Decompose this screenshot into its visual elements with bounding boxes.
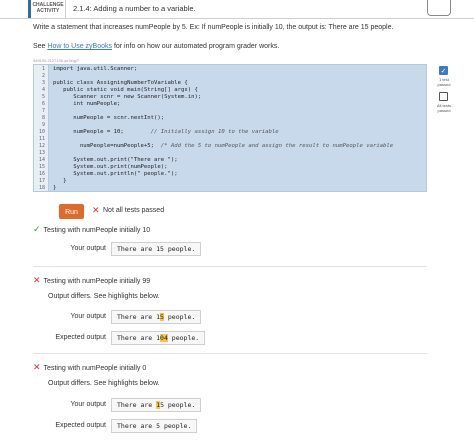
- line-number: 16: [38, 171, 45, 177]
- test-3-your-output: There are 15 people.: [111, 398, 202, 412]
- top-bar: CHALLENGE ACTIVITY 2.1.4: Adding a numbe…: [0, 0, 474, 19]
- code-text: System.out.println(" people.");: [53, 171, 178, 178]
- text-segment: There are 1: [117, 334, 161, 342]
- test-3-diff-note: Output differs. See highlights below.: [48, 380, 160, 387]
- code-statement: public static void main(String[] args) {: [53, 87, 198, 93]
- activity-title: 2.1.4: Adding a number to a variable.: [73, 4, 196, 13]
- code-text: numPeople = scnr.nextInt();: [53, 115, 164, 122]
- code-text: Scanner scnr = new Scanner(System.in);: [53, 94, 201, 101]
- code-statement: }: [53, 178, 67, 184]
- line-number: 8: [41, 115, 45, 121]
- code-comment: // Initially assign 10 to the variable: [150, 129, 279, 135]
- code-text: }: [53, 185, 56, 192]
- test-2-expected-output-label: Expected output: [55, 334, 106, 341]
- code-text: numPeople = 10; // Initially assign 10 t…: [53, 129, 279, 136]
- test-3-title: Testing with numPeople initially 0: [43, 365, 147, 372]
- test-1-header: ✓ Testing with numPeople initially 10: [33, 224, 150, 235]
- test-3-header: ✕ Testing with numPeople initially 0: [33, 362, 146, 373]
- line-number: 17: [38, 178, 45, 184]
- code-statement: System.out.print("There are ");: [53, 157, 178, 163]
- code-text: numPeople=numPeople+5; /* Add the 5 to n…: [53, 143, 393, 150]
- text-segment: There are 1: [117, 313, 161, 321]
- line-number: 11: [38, 136, 45, 142]
- test-2-title: Testing with numPeople initially 99: [43, 278, 151, 285]
- divider: [33, 353, 427, 354]
- line-number: 4: [41, 87, 45, 93]
- code-statement: System.out.print(numPeople);: [53, 164, 168, 170]
- line-number: 12: [38, 143, 45, 149]
- code-text: }: [53, 178, 66, 185]
- test-1-your-output-label: Your output: [70, 245, 106, 252]
- fail-x-icon: ✕: [33, 362, 41, 372]
- diff-highlight: 04: [160, 334, 168, 342]
- code-statement: }: [53, 185, 57, 191]
- code-statement: numPeople = 10;: [53, 129, 151, 135]
- code-statement: System.out.println(" people.");: [53, 171, 178, 177]
- line-number: 9: [41, 122, 45, 128]
- code-text: System.out.print("There are ");: [53, 157, 178, 164]
- code-statement: numPeople = scnr.nextInt();: [53, 115, 165, 121]
- pass-check-icon: ✓: [33, 224, 41, 234]
- line-number: 6: [41, 101, 45, 107]
- test-1-your-output: There are 15 people.: [111, 242, 202, 256]
- fail-x-icon: ✕: [92, 205, 100, 215]
- see-help: See How to Use zyBooks for info on how o…: [33, 43, 279, 50]
- line-number: 1: [41, 66, 45, 72]
- help-link[interactable]: How to Use zyBooks: [47, 43, 112, 50]
- test-2-expected-output: There are 104 people.: [111, 331, 206, 345]
- line-number: 3: [41, 80, 45, 86]
- test-2-diff-note: Output differs. See highlights below.: [48, 293, 160, 300]
- code-text: import java.util.Scanner;: [53, 66, 137, 73]
- divider: [33, 266, 427, 267]
- test-3-expected-output: There are 5 people.: [111, 419, 198, 433]
- test-2-check-icon: [439, 92, 448, 101]
- text-segment: 5 people.: [160, 401, 196, 409]
- text-segment: people.: [163, 313, 196, 321]
- code-editor[interactable]: 1 import java.util.Scanner; 2 3 public class…: [33, 64, 427, 192]
- run-status: Not all tests passed: [103, 207, 165, 214]
- test-3-expected-output-label: Expected output: [55, 422, 106, 429]
- test-1-label: 1 test passed: [437, 77, 451, 87]
- test-2-label: All tests passed: [436, 103, 451, 113]
- line-number: 5: [41, 94, 45, 100]
- code-statement: Scanner scnr = new Scanner(System.in);: [53, 94, 202, 100]
- text-segment: people.: [167, 334, 200, 342]
- code-text: int numPeople;: [53, 101, 120, 108]
- activity-id: 449100.2127106.qx3zqy7: [33, 58, 80, 63]
- line-number: 10: [38, 129, 45, 135]
- code-text: public static void main(String[] args) {: [53, 87, 198, 94]
- line-number: 15: [38, 164, 45, 170]
- line-number: 13: [38, 150, 45, 156]
- see-suffix: for info on how our automated program gr…: [112, 43, 280, 50]
- test-3-your-output-label: Your output: [70, 401, 106, 408]
- test-1-check-icon: ✓: [439, 66, 448, 75]
- line-number: 2: [41, 73, 45, 79]
- see-prefix: See: [33, 43, 48, 50]
- code-comment: /* Add the 5 to numPeople and assign the…: [160, 143, 394, 149]
- activity-badge: CHALLENGE ACTIVITY: [28, 0, 66, 18]
- test-2-header: ✕ Testing with numPeople initially 99: [33, 275, 150, 286]
- code-text: public class AssigningNumberToVariable {: [53, 80, 188, 87]
- line-number: 14: [38, 157, 45, 163]
- fail-x-icon: ✕: [33, 275, 41, 285]
- code-statement: import java.util.Scanner;: [53, 66, 138, 72]
- code-statement: public class AssigningNumberToVariable {: [53, 80, 188, 86]
- badge-line2: ACTIVITY: [36, 8, 60, 14]
- code-text: System.out.print(numPeople);: [53, 164, 168, 171]
- completion-indicator: [427, 0, 451, 16]
- code-statement: numPeople=numPeople+5;: [53, 143, 161, 149]
- test-2-your-output-label: Your output: [70, 313, 106, 320]
- line-number: 7: [41, 108, 45, 114]
- run-button[interactable]: Run: [59, 204, 84, 219]
- instructions: Write a statement that increases numPeop…: [33, 24, 394, 31]
- line-number: 18: [38, 185, 45, 191]
- text-segment: There are: [117, 401, 157, 409]
- test-2-your-output: There are 15 people.: [111, 310, 202, 324]
- test-1-title: Testing with numPeople initially 10: [43, 227, 151, 234]
- code-statement: int numPeople;: [53, 101, 121, 107]
